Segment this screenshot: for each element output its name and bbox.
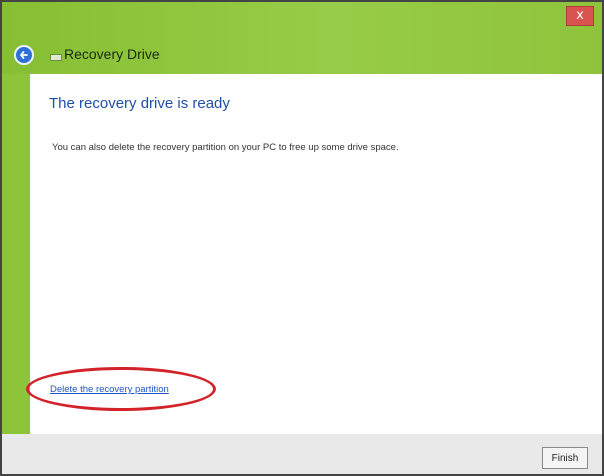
finish-button[interactable]: Finish — [542, 447, 588, 469]
window-title: Recovery Drive — [64, 46, 160, 62]
drive-icon — [50, 54, 62, 61]
description-text: You can also delete the recovery partiti… — [52, 142, 399, 153]
delete-recovery-partition-link[interactable]: Delete the recovery partition — [50, 384, 169, 395]
close-icon: x — [576, 8, 584, 23]
page-heading: The recovery drive is ready — [49, 95, 230, 112]
footer-bar: Finish — [2, 434, 602, 474]
back-button[interactable] — [14, 45, 34, 65]
recovery-drive-window: x Recovery Drive The recovery drive is r… — [0, 0, 604, 476]
close-button[interactable]: x — [566, 6, 594, 26]
back-arrow-icon — [20, 51, 28, 59]
content-panel: The recovery drive is ready You can also… — [26, 74, 602, 434]
title-bar: x Recovery Drive — [2, 2, 602, 74]
